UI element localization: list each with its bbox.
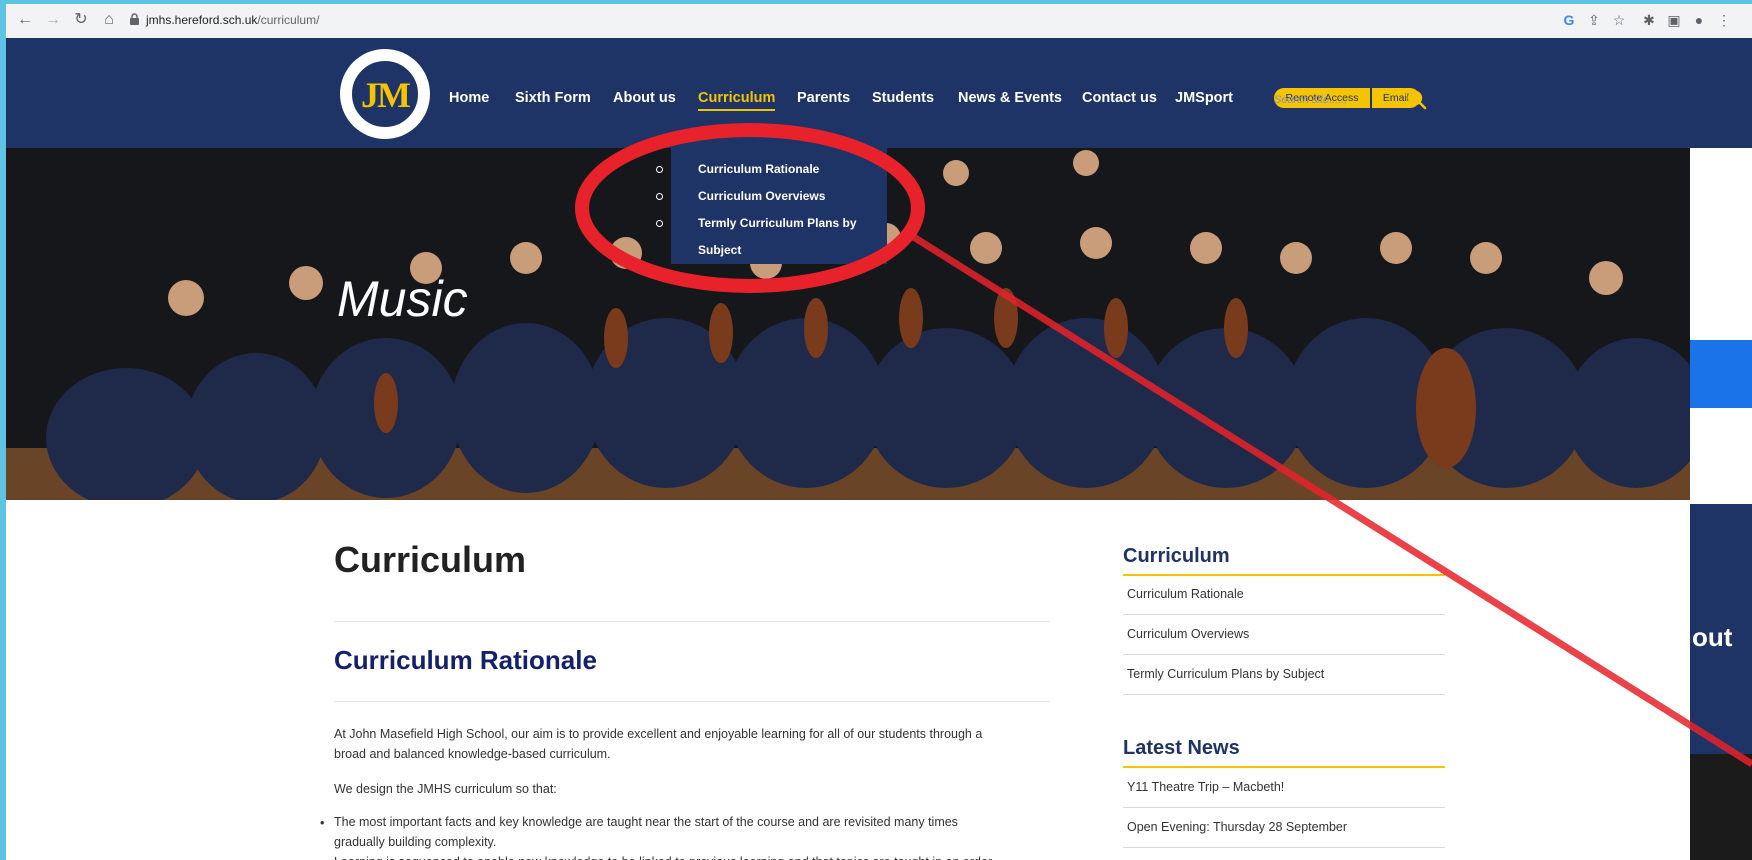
overlay-window-dark — [1690, 754, 1752, 860]
sidebar-separator — [1123, 807, 1445, 808]
bullet-icon: • — [320, 816, 325, 830]
design-paragraph: We design the JMHS curriculum so that: — [334, 782, 557, 796]
home-icon[interactable]: ⌂ — [98, 9, 120, 31]
school-logo[interactable]: JM — [340, 49, 430, 139]
text-line: The most important facts and key knowled… — [334, 815, 958, 829]
nav-news-events[interactable]: News & Events — [958, 90, 1062, 106]
logo-badge: JM — [350, 59, 420, 129]
overlay-window-body — [1690, 408, 1752, 504]
nav-parents[interactable]: Parents — [797, 90, 850, 106]
sidebar-rule — [1123, 766, 1445, 768]
sidebar-link-termly-plans[interactable]: Termly Curriculum Plans by Subject — [1127, 667, 1324, 681]
browser-window: ← → ↻ ⌂ jmhs.hereford.sch.uk/curriculum/… — [6, 4, 1752, 860]
lock-icon — [130, 13, 139, 25]
sidepanel-icon[interactable]: ▣ — [1664, 10, 1684, 30]
divider — [334, 621, 1050, 622]
page-title: Curriculum — [334, 539, 527, 580]
extensions-icon[interactable]: ✱ — [1639, 10, 1659, 30]
hero-title: Music — [337, 271, 468, 327]
intro-paragraph: At John Masefield High School, our aim i… — [334, 724, 1050, 764]
bullet-icon: • — [320, 856, 324, 860]
search-input[interactable]: Search site...... — [1274, 94, 1374, 112]
sidebar-separator — [1123, 614, 1445, 615]
star-icon[interactable]: ☆ — [1609, 10, 1629, 30]
sidebar-rule — [1123, 574, 1445, 576]
google-icon[interactable]: G — [1559, 10, 1579, 30]
nav-students[interactable]: Students — [872, 90, 934, 106]
nav-home[interactable]: Home — [449, 90, 489, 106]
search-icon[interactable] — [1406, 89, 1428, 111]
bullet-icon — [656, 166, 663, 173]
dropdown-item-overviews[interactable]: Curriculum Overviews — [656, 183, 826, 210]
nav-sixth-form[interactable]: Sixth Form — [515, 90, 591, 106]
back-icon[interactable]: ← — [14, 9, 36, 31]
sidebar-separator — [1123, 654, 1445, 655]
news-link-macbeth[interactable]: Y11 Theatre Trip – Macbeth! — [1127, 780, 1284, 794]
dropdown-label: Termly Curriculum Plans by — [698, 216, 857, 230]
nav-contact-us[interactable]: Contact us — [1082, 90, 1157, 106]
sidebar-news-heading: Latest News — [1123, 737, 1240, 759]
overlay-text: out — [1692, 622, 1733, 652]
text-line: At John Masefield High School, our aim i… — [334, 727, 983, 741]
text-line: gradually building complexity. — [334, 835, 497, 849]
profile-icon[interactable]: ● — [1689, 10, 1709, 30]
section-title: Curriculum Rationale — [334, 645, 597, 675]
bullet-icon — [656, 193, 663, 200]
text-line: broad and balanced knowledge-based curri… — [334, 747, 611, 761]
url-path: /curriculum/ — [257, 13, 320, 27]
sidebar-link-overviews[interactable]: Curriculum Overviews — [1127, 627, 1249, 641]
dropdown-item-rationale[interactable]: Curriculum Rationale — [656, 156, 820, 183]
dropdown-label: Curriculum Rationale — [698, 162, 820, 176]
nav-curriculum[interactable]: Curriculum — [698, 90, 776, 111]
overlay-window-header — [1690, 340, 1752, 408]
divider — [334, 701, 1050, 702]
menu-icon[interactable]: ⋮ — [1714, 10, 1734, 30]
bullet-item: The most important facts and key knowled… — [334, 812, 1050, 852]
url-host: jmhs.hereford.sch.uk — [146, 13, 258, 27]
news-link-open-evening[interactable]: Open Evening: Thursday 28 September — [1127, 820, 1347, 834]
nav-about-us[interactable]: About us — [613, 90, 676, 106]
address-bar[interactable]: jmhs.hereford.sch.uk/curriculum/ — [146, 13, 319, 27]
logo-text: JM — [361, 75, 411, 115]
sidebar-curriculum-heading: Curriculum — [1123, 545, 1230, 567]
browser-toolbar: ← → ↻ ⌂ jmhs.hereford.sch.uk/curriculum/… — [6, 4, 1752, 39]
dropdown-label: Subject — [698, 243, 742, 257]
sidebar-separator — [1123, 694, 1445, 695]
reload-icon[interactable]: ↻ — [70, 9, 92, 31]
dropdown-item-termly-plans[interactable]: Termly Curriculum Plans by — [656, 210, 857, 237]
dropdown-label: Curriculum Overviews — [698, 189, 826, 203]
sidebar-separator — [1123, 847, 1445, 848]
curriculum-dropdown: Curriculum Rationale Curriculum Overview… — [656, 148, 887, 264]
site-header: JM Home Sixth Form About us Curriculum P… — [6, 38, 1752, 148]
share-icon[interactable]: ⇪ — [1584, 10, 1604, 30]
bullet-icon — [656, 220, 663, 227]
bullet-item-partial: Learning is sequenced to enable new know… — [334, 852, 1050, 860]
dropdown-item-termly-plans-cont[interactable]: Subject — [698, 237, 741, 264]
sidebar-link-rationale[interactable]: Curriculum Rationale — [1127, 587, 1244, 601]
forward-icon[interactable]: → — [42, 9, 64, 31]
nav-jmsport[interactable]: JMSport — [1175, 90, 1233, 106]
